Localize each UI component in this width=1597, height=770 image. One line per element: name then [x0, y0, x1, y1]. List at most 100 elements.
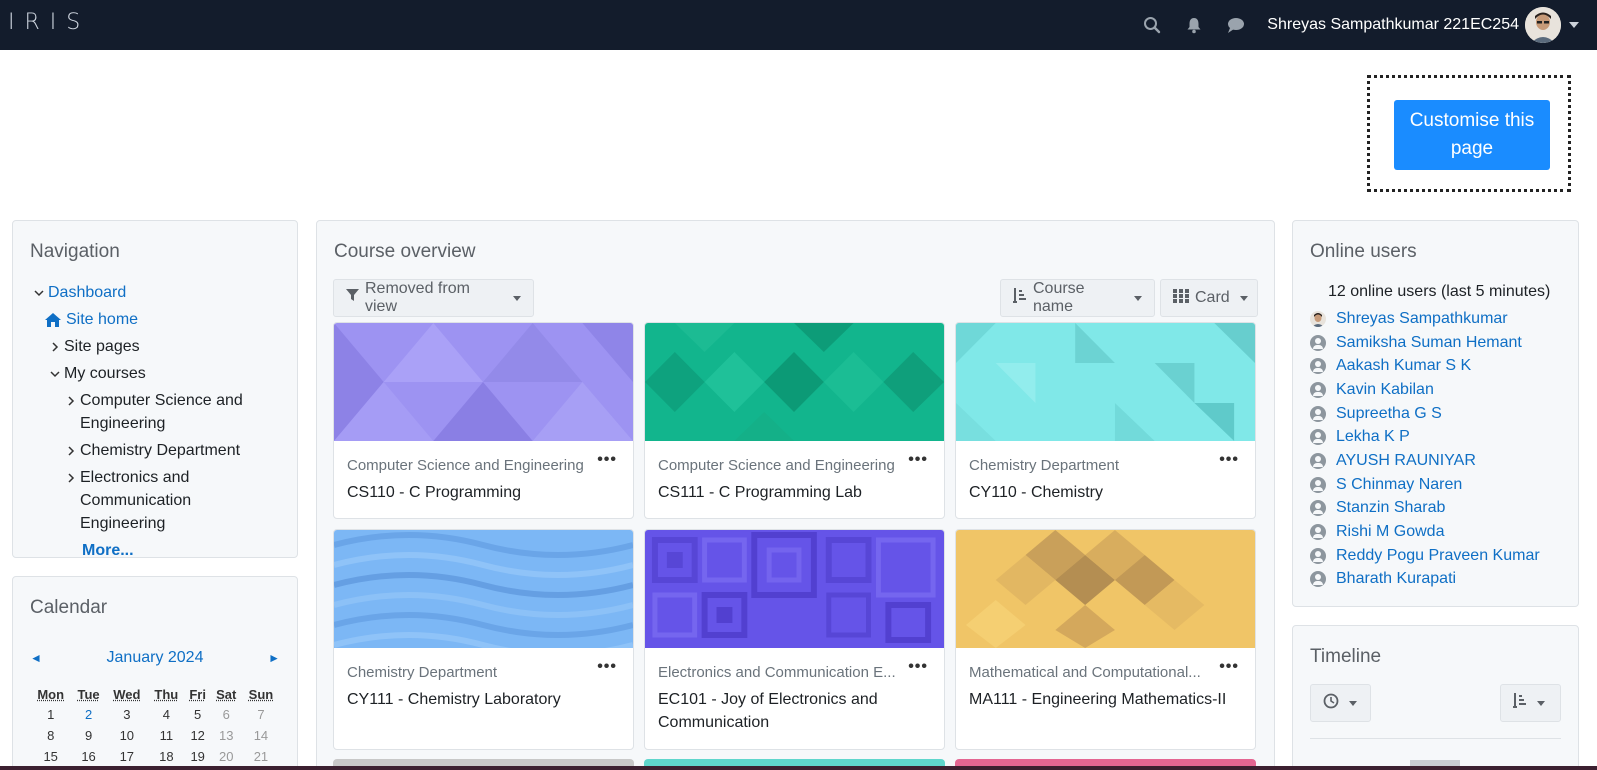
course-image[interactable]	[956, 530, 1255, 648]
calendar-next-arrow[interactable]: ►	[268, 651, 280, 665]
site-logo[interactable]: IRIS	[8, 10, 90, 35]
timeline-sort-filter[interactable]	[1500, 684, 1561, 722]
online-users-block: Online users 12 online users (last 5 min…	[1292, 220, 1579, 607]
course-card[interactable]: Computer Science and Engineering CS111 -…	[644, 322, 945, 519]
online-user-link[interactable]: S Chinmay Naren	[1336, 476, 1462, 494]
course-menu-icon[interactable]: •••	[597, 455, 617, 465]
course-name-link[interactable]: EC101 - Joy of Electronics and Communica…	[658, 688, 930, 734]
course-menu-icon[interactable]: •••	[908, 662, 928, 672]
nav-course-label: Computer Science and Engineering	[80, 389, 270, 435]
nav-course-chem[interactable]: Chemistry Department	[30, 439, 280, 462]
filter-icon	[346, 289, 359, 307]
online-user-item[interactable]: Rishi M Gowda	[1310, 520, 1580, 544]
nav-dashboard-link[interactable]: Dashboard	[48, 281, 126, 304]
course-menu-icon[interactable]: •••	[1219, 455, 1239, 465]
course-image[interactable]	[645, 530, 944, 648]
nav-my-courses-label: My courses	[64, 362, 146, 385]
online-user-item[interactable]: Shreyas Sampathkumar	[1310, 307, 1580, 331]
view-dropdown[interactable]: Card	[1160, 279, 1258, 317]
online-user-link[interactable]: Rishi M Gowda	[1336, 523, 1444, 541]
user-avatar	[1310, 311, 1326, 327]
calendar-day: 16	[71, 746, 105, 767]
course-name-link[interactable]: CS110 - C Programming	[347, 481, 619, 504]
chevron-down-icon[interactable]	[30, 281, 48, 304]
course-image[interactable]	[956, 323, 1255, 441]
clock-icon	[1323, 693, 1339, 714]
course-overview-title: Course overview	[334, 241, 476, 263]
course-card[interactable]: Chemistry Department CY110 - Chemistry •…	[955, 322, 1256, 519]
online-user-item[interactable]: Kavin Kabilan	[1310, 378, 1580, 402]
timeline-date-filter[interactable]	[1310, 684, 1371, 722]
course-card[interactable]: Chemistry Department CY111 - Chemistry L…	[333, 529, 634, 750]
online-user-link[interactable]: Lekha K P	[1336, 428, 1410, 446]
course-image[interactable]	[645, 323, 944, 441]
online-user-item[interactable]: Stanzin Sharab	[1310, 497, 1580, 521]
course-name-link[interactable]: CY110 - Chemistry	[969, 481, 1241, 504]
online-user-item[interactable]: Samiksha Suman Hemant	[1310, 331, 1580, 355]
bell-icon[interactable]	[1183, 14, 1205, 36]
nav-site-home-link[interactable]: Site home	[66, 308, 138, 331]
sort-dropdown[interactable]: Course name	[1000, 279, 1155, 317]
nav-item-site-pages[interactable]: Site pages	[30, 335, 280, 358]
course-name-link[interactable]: MA111 - Engineering Mathematics-II	[969, 688, 1241, 711]
online-user-item[interactable]: Aakash Kumar S K	[1310, 354, 1580, 378]
course-menu-icon[interactable]: •••	[908, 455, 928, 465]
user-menu-caret-icon[interactable]	[1569, 22, 1579, 28]
calendar-day: 5	[185, 704, 211, 725]
course-menu-icon[interactable]: •••	[1219, 662, 1239, 672]
online-user-link[interactable]: Aakash Kumar S K	[1336, 357, 1471, 375]
calendar-day-header: Mon	[30, 685, 71, 704]
search-icon[interactable]	[1141, 14, 1163, 36]
online-user-link[interactable]: Stanzin Sharab	[1336, 499, 1445, 517]
calendar-day-header: Thu	[148, 685, 185, 704]
nav-more[interactable]: More...	[30, 539, 280, 562]
course-card[interactable]: Mathematical and Computational... MA111 …	[955, 529, 1256, 750]
course-image[interactable]	[334, 530, 633, 648]
nav-item-dashboard[interactable]: Dashboard	[30, 281, 280, 304]
navigation-block: Navigation Dashboard Site home Site page…	[12, 220, 298, 558]
nav-more-link[interactable]: More...	[82, 539, 134, 562]
calendar-prev-arrow[interactable]: ◄	[30, 651, 42, 665]
user-name[interactable]: Shreyas Sampathkumar 221EC254	[1267, 16, 1519, 34]
online-user-link[interactable]: Reddy Pogu Praveen Kumar	[1336, 547, 1540, 565]
online-user-item[interactable]: S Chinmay Naren	[1310, 473, 1580, 497]
chat-icon[interactable]	[1225, 14, 1247, 36]
chevron-right-icon[interactable]	[62, 466, 80, 489]
online-user-item[interactable]: Supreetha G S	[1310, 402, 1580, 426]
timeline-block: Timeline	[1292, 625, 1579, 770]
nav-course-cse[interactable]: Computer Science and Engineering	[30, 389, 280, 435]
calendar-day: 14	[242, 725, 280, 746]
chevron-right-icon[interactable]	[46, 335, 64, 358]
nav-course-ece[interactable]: Electronics and Communication Engineerin…	[30, 466, 280, 535]
course-menu-icon[interactable]: •••	[597, 662, 617, 672]
nav-item-my-courses[interactable]: My courses	[30, 362, 280, 385]
course-card[interactable]: Electronics and Communication E... EC101…	[644, 529, 945, 750]
online-user-item[interactable]: Bharath Kurapati	[1310, 568, 1580, 592]
user-icon	[1310, 500, 1326, 516]
online-user-link[interactable]: AYUSH RAUNIYAR	[1336, 452, 1476, 470]
online-user-link[interactable]: Bharath Kurapati	[1336, 570, 1456, 588]
online-user-link[interactable]: Supreetha G S	[1336, 405, 1442, 423]
avatar[interactable]	[1525, 7, 1561, 43]
online-user-item[interactable]: AYUSH RAUNIYAR	[1310, 449, 1580, 473]
online-user-link[interactable]: Shreyas Sampathkumar	[1336, 310, 1508, 328]
online-user-item[interactable]: Lekha K P	[1310, 425, 1580, 449]
chevron-right-icon[interactable]	[62, 439, 80, 462]
course-image[interactable]	[334, 323, 633, 441]
chevron-right-icon[interactable]	[62, 389, 80, 412]
calendar-day-header: Wed	[106, 685, 148, 704]
calendar-day-event[interactable]: 2	[71, 704, 105, 725]
online-user-link[interactable]: Samiksha Suman Hemant	[1336, 334, 1522, 352]
chevron-down-icon[interactable]	[46, 362, 64, 385]
course-name-link[interactable]: CS111 - C Programming Lab	[658, 481, 930, 504]
grouping-dropdown[interactable]: Removed from view	[333, 279, 534, 317]
nav-course-label: Chemistry Department	[80, 439, 240, 462]
calendar-day-header: Fri	[185, 685, 211, 704]
customise-page-button[interactable]: Customise this page	[1394, 100, 1550, 170]
online-user-link[interactable]: Kavin Kabilan	[1336, 381, 1434, 399]
nav-item-site-home[interactable]: Site home	[30, 308, 280, 331]
course-card[interactable]: Computer Science and Engineering CS110 -…	[333, 322, 634, 519]
online-user-item[interactable]: Reddy Pogu Praveen Kumar	[1310, 544, 1580, 568]
sort-icon	[1513, 693, 1527, 714]
course-name-link[interactable]: CY111 - Chemistry Laboratory	[347, 688, 619, 711]
